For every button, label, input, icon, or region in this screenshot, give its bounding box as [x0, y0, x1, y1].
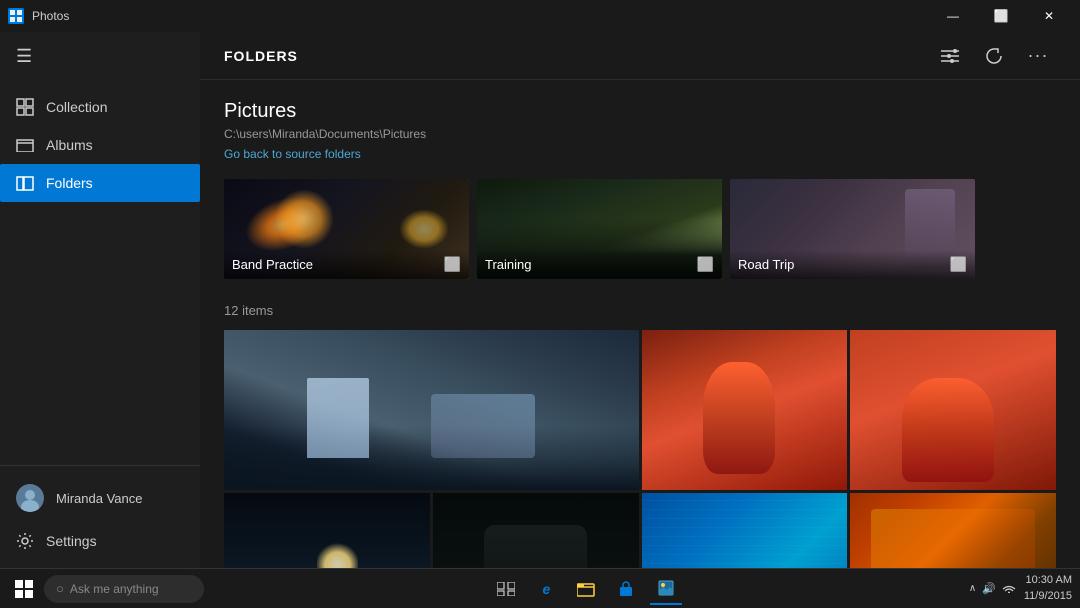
- photo-thumb-5[interactable]: [433, 493, 639, 568]
- photo-thumb-4[interactable]: [224, 493, 430, 568]
- photo-thumb-6[interactable]: [642, 493, 848, 568]
- sidebar-item-collection[interactable]: Collection: [0, 88, 200, 126]
- avatar: [16, 484, 44, 512]
- sidebar-item-albums[interactable]: Albums: [0, 126, 200, 164]
- photos-app-button[interactable]: [650, 573, 682, 605]
- back-link[interactable]: Go back to source folders: [224, 147, 361, 161]
- store-button[interactable]: [610, 573, 642, 605]
- refresh-button[interactable]: [976, 38, 1012, 74]
- close-button[interactable]: ✕: [1026, 0, 1072, 32]
- taskbar-left: ○ Ask me anything: [8, 573, 204, 605]
- explorer-button[interactable]: [570, 573, 602, 605]
- minimize-button[interactable]: —: [930, 0, 976, 32]
- folder-name: Pictures: [224, 100, 1056, 123]
- search-placeholder: Ask me anything: [70, 582, 159, 596]
- subfolder-grid: Band Practice ⬜ Training ⬜: [224, 179, 1056, 279]
- folder-header: Pictures C:\users\Miranda\Documents\Pict…: [224, 100, 1056, 163]
- clock: 10:30 AM 11/9/2015: [1024, 573, 1072, 604]
- hamburger-menu[interactable]: ☰: [16, 46, 32, 67]
- sidebar-header: ☰: [0, 32, 200, 80]
- band-practice-overlay: Band Practice ⬜: [224, 250, 469, 279]
- system-icons: ∧ 🔊: [969, 581, 1016, 596]
- content-header: FOLDERS: [200, 32, 1080, 80]
- view-toggle-button[interactable]: [932, 38, 968, 74]
- items-count: 12 items: [224, 303, 1056, 318]
- titlebar-left: Photos: [8, 8, 69, 24]
- time-display: 10:30 AM: [1024, 573, 1072, 588]
- taskbar: ○ Ask me anything e: [0, 568, 1080, 608]
- app-body: ☰ Collection: [0, 32, 1080, 568]
- expand-icon[interactable]: ∧: [969, 583, 976, 594]
- main-content: FOLDERS: [200, 32, 1080, 568]
- header-actions: ···: [932, 38, 1056, 74]
- collection-icon: [16, 98, 34, 116]
- settings-icon: [16, 532, 34, 550]
- sidebar-nav: Collection Albums Folder: [0, 80, 200, 465]
- folder-card-road-trip[interactable]: Road Trip ⬜: [730, 179, 975, 279]
- training-overlay: Training ⬜: [477, 250, 722, 279]
- window-controls: — ⬜ ✕: [930, 0, 1072, 32]
- photo-thumb-1[interactable]: [224, 330, 639, 490]
- username: Miranda Vance: [56, 491, 142, 506]
- search-bar[interactable]: ○ Ask me anything: [44, 575, 204, 603]
- photo-thumb-7[interactable]: [850, 493, 1056, 568]
- app-icon: [8, 8, 24, 24]
- folder-path: C:\users\Miranda\Documents\Pictures: [224, 127, 1056, 141]
- photo-thumb-3[interactable]: [850, 330, 1056, 490]
- network-icon: [1002, 581, 1016, 596]
- app-title: Photos: [32, 9, 69, 23]
- task-view-button[interactable]: [490, 573, 522, 605]
- folder-card-band-practice[interactable]: Band Practice ⬜: [224, 179, 469, 279]
- more-options-button[interactable]: ···: [1020, 38, 1056, 74]
- folders-label: Folders: [46, 175, 93, 191]
- start-button[interactable]: [8, 573, 40, 605]
- sidebar-footer: Miranda Vance Settings: [0, 465, 200, 568]
- folder-card-training[interactable]: Training ⬜: [477, 179, 722, 279]
- content-scroll[interactable]: Pictures C:\users\Miranda\Documents\Pict…: [200, 80, 1080, 568]
- date-display: 11/9/2015: [1024, 589, 1072, 604]
- albums-icon: [16, 136, 34, 154]
- training-label: Training: [485, 257, 531, 272]
- photo-thumb-2[interactable]: [642, 330, 848, 490]
- photo-grid: [224, 330, 1056, 568]
- settings-label: Settings: [46, 533, 97, 549]
- folders-icon: [16, 174, 34, 192]
- user-item[interactable]: Miranda Vance: [0, 474, 200, 522]
- sidebar: ☰ Collection: [0, 32, 200, 568]
- speaker-icon: 🔊: [982, 582, 996, 595]
- taskbar-right: ∧ 🔊 10:30 AM 11/9/2015: [969, 573, 1072, 604]
- road-trip-label: Road Trip: [738, 257, 794, 272]
- maximize-button[interactable]: ⬜: [978, 0, 1024, 32]
- edge-button[interactable]: e: [530, 573, 562, 605]
- sidebar-item-folders[interactable]: Folders: [0, 164, 200, 202]
- albums-label: Albums: [46, 137, 93, 153]
- taskbar-icons: e: [490, 573, 682, 605]
- road-trip-overlay: Road Trip ⬜: [730, 250, 975, 279]
- folder-select-icon: ⬜: [444, 256, 461, 273]
- settings-item[interactable]: Settings: [0, 522, 200, 560]
- folder-select-icon-3: ⬜: [950, 256, 967, 273]
- page-title: FOLDERS: [224, 48, 298, 64]
- folder-select-icon-2: ⬜: [697, 256, 714, 273]
- collection-label: Collection: [46, 99, 107, 115]
- band-practice-label: Band Practice: [232, 257, 313, 272]
- titlebar: Photos — ⬜ ✕: [0, 0, 1080, 32]
